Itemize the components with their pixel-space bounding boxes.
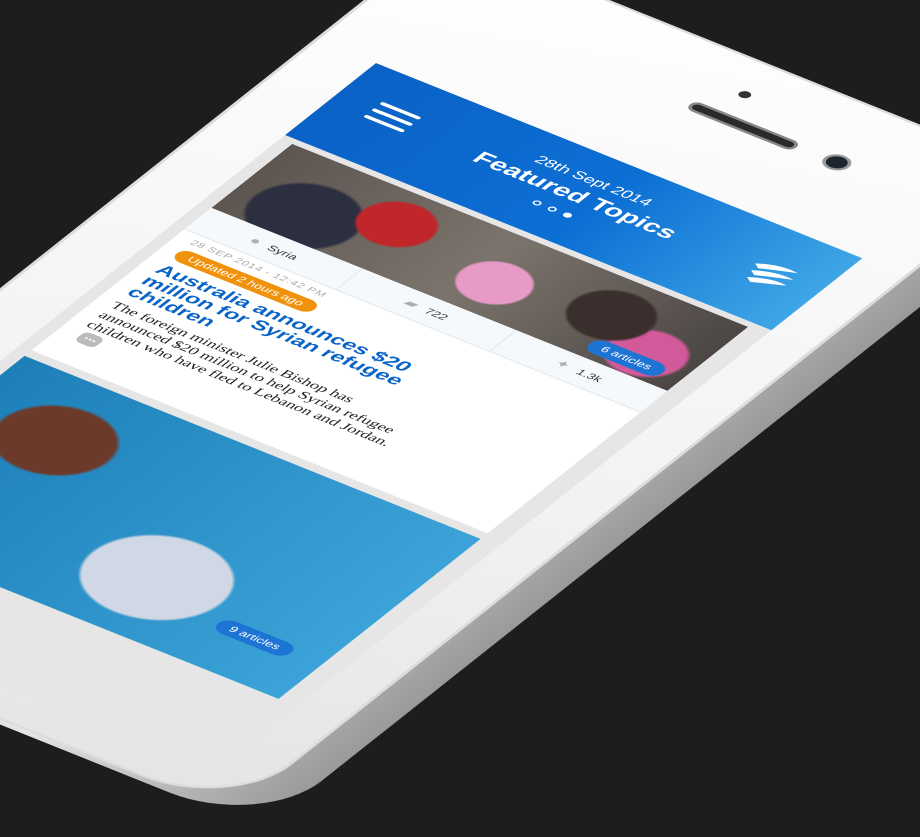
- twitter-icon: ✦: [550, 357, 575, 372]
- articles-count-badge-2[interactable]: 9 articles: [210, 617, 299, 659]
- tweets-count: 1.3k: [573, 367, 606, 384]
- location-label: Syria: [264, 243, 302, 262]
- comment-icon: ▰: [400, 297, 423, 311]
- location-pin-icon: ●: [245, 234, 266, 248]
- comments-count: 722: [421, 306, 452, 322]
